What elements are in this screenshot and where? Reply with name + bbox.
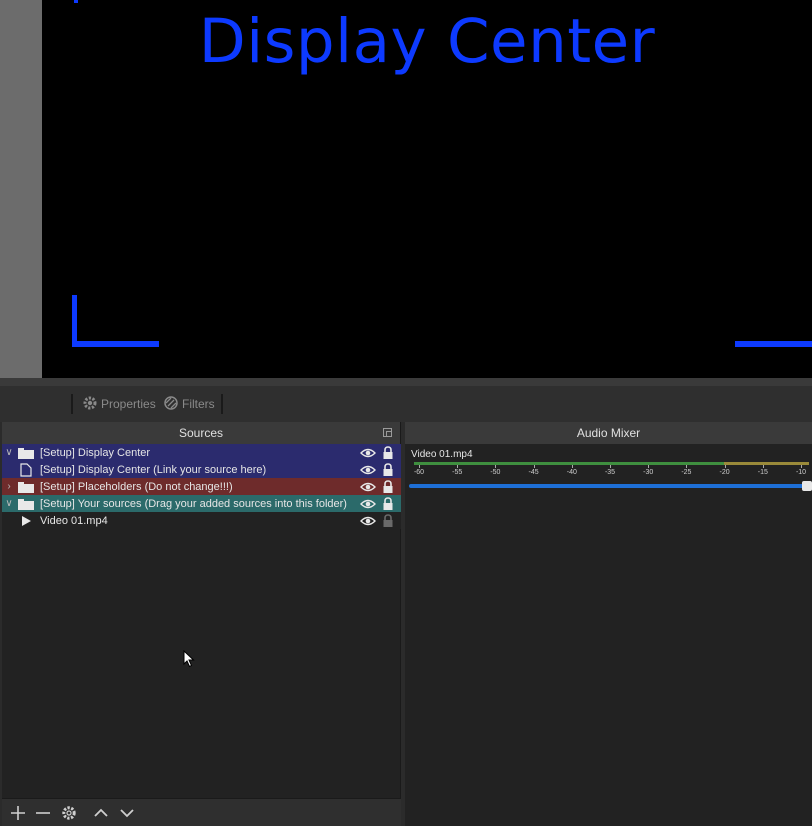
add-source-button[interactable] [8, 803, 28, 823]
source-label: [Setup] Display Center [40, 446, 151, 459]
meter-tick-mark [419, 465, 420, 468]
chevron-right-icon[interactable]: › [2, 481, 16, 492]
lock-icon[interactable] [379, 480, 397, 493]
meter-tick-mark [686, 465, 688, 468]
source-row[interactable]: › [Setup] Placeholders (Do not change!!!) [2, 478, 401, 495]
meter-tick-mark [762, 465, 764, 468]
audio-mixer-dock-title: Audio Mixer [405, 422, 812, 444]
play-icon [16, 514, 36, 528]
meter-tick-label: -20 [719, 469, 730, 476]
toolbar-separator [221, 394, 223, 414]
move-source-down-button[interactable] [117, 803, 137, 823]
folder-icon [16, 497, 36, 511]
meter-tick-label: -50 [490, 469, 501, 476]
folder-icon [16, 446, 36, 460]
meter-tick-mark [610, 465, 611, 468]
filters-label: Filters [182, 397, 215, 411]
visibility-eye-icon[interactable] [357, 448, 379, 458]
toolbar-separator [71, 394, 73, 414]
remove-icon [36, 812, 50, 814]
sources-footer-toolbar [2, 798, 401, 826]
gear-icon [82, 395, 98, 414]
lock-icon[interactable] [379, 446, 397, 459]
meter-tick-label: -40 [566, 469, 577, 476]
meter-scale: -60 -55 -50 -45 -40 -35 -30 -25 -20 -15 -10 [413, 465, 809, 476]
volume-slider-handle[interactable] [802, 481, 812, 491]
meter-tick-mark [495, 465, 497, 468]
gear-icon [62, 806, 76, 820]
source-properties-button[interactable] [59, 803, 79, 823]
move-source-up-button[interactable] [91, 803, 111, 823]
source-label: [Setup] Your sources (Drag your added so… [40, 497, 347, 510]
visibility-eye-icon[interactable] [357, 482, 379, 492]
visibility-eye-icon[interactable] [357, 465, 379, 475]
chevron-down-icon[interactable]: ∨ [2, 447, 16, 458]
undock-icon[interactable] [383, 428, 392, 437]
source-row[interactable]: [Setup] Display Center (Link your source… [2, 461, 401, 478]
properties-button[interactable]: Properties [82, 394, 156, 414]
meter-tick-label: -55 [452, 469, 463, 476]
sources-dock: Sources ∨ [Setup] Display Center [Setup] D… [2, 422, 401, 826]
preview-title-text: Display Center [198, 6, 656, 77]
meter-tick-mark [571, 465, 573, 468]
filter-icon [163, 395, 179, 414]
visibility-eye-icon[interactable] [357, 516, 379, 526]
preview-canvas[interactable]: Display Center [42, 0, 812, 378]
meter-tick-label: -30 [643, 469, 654, 476]
remove-source-button[interactable] [33, 803, 53, 823]
properties-label: Properties [101, 397, 156, 411]
meter-tick-label: -10 [795, 469, 807, 476]
folder-icon [16, 480, 36, 494]
preview-left-gutter [0, 0, 42, 378]
source-label: [Setup] Display Center (Link your source… [40, 463, 267, 476]
obs-window: Display Center Properties Filters Source… [0, 0, 812, 826]
sources-dock-title-text: Sources [178, 426, 224, 440]
preview-corner-bottom-left-horizontal [72, 341, 159, 347]
mixer-channel-label: Video 01.mp4 [411, 449, 473, 460]
source-row[interactable]: Video 01.mp4 [2, 512, 401, 529]
meter-tick-label: -60 [413, 469, 425, 476]
meter-tick-mark [533, 465, 535, 468]
visibility-eye-icon[interactable] [357, 499, 379, 509]
source-label: Video 01.mp4 [40, 514, 108, 527]
meter-tick-mark [724, 465, 726, 468]
unlock-icon[interactable] [379, 514, 397, 527]
move-down-icon [120, 809, 134, 818]
preview-corner-top-left [74, 0, 78, 3]
sources-dock-title: Sources [2, 422, 400, 444]
meter-tick-label: -35 [604, 469, 616, 476]
preview-corner-bottom-left-vertical [72, 295, 77, 347]
volume-slider-track[interactable] [409, 484, 809, 488]
lock-icon[interactable] [379, 463, 397, 476]
source-label: [Setup] Placeholders (Do not change!!!) [40, 480, 233, 493]
add-icon [11, 806, 25, 820]
audio-mixer-dock: Audio Mixer Video 01.mp4 -60 -55 -50 -45 -40… [405, 422, 812, 826]
meter-tick-label: -15 [757, 469, 768, 476]
meter-tick-label: -25 [681, 469, 692, 476]
chevron-down-icon[interactable]: ∨ [2, 498, 16, 509]
meter-tick-mark [801, 465, 802, 468]
source-row[interactable]: ∨ [Setup] Your sources (Drag your added s… [2, 495, 401, 512]
preview-divider [0, 378, 812, 386]
preview-corner-bottom-right-horizontal [735, 341, 812, 347]
source-toolbar: Properties Filters [0, 386, 812, 422]
meter-tick-mark [457, 465, 459, 468]
meter-tick-label: -45 [528, 469, 539, 476]
lock-icon[interactable] [379, 497, 397, 510]
mouse-cursor-icon [183, 649, 195, 672]
meter-tick-mark [648, 465, 650, 468]
file-icon [16, 462, 36, 477]
filters-button[interactable]: Filters [163, 394, 215, 414]
source-row[interactable]: ∨ [Setup] Display Center [2, 444, 401, 461]
move-up-icon [94, 808, 108, 817]
audio-mixer-dock-title-text: Audio Mixer [576, 426, 641, 440]
